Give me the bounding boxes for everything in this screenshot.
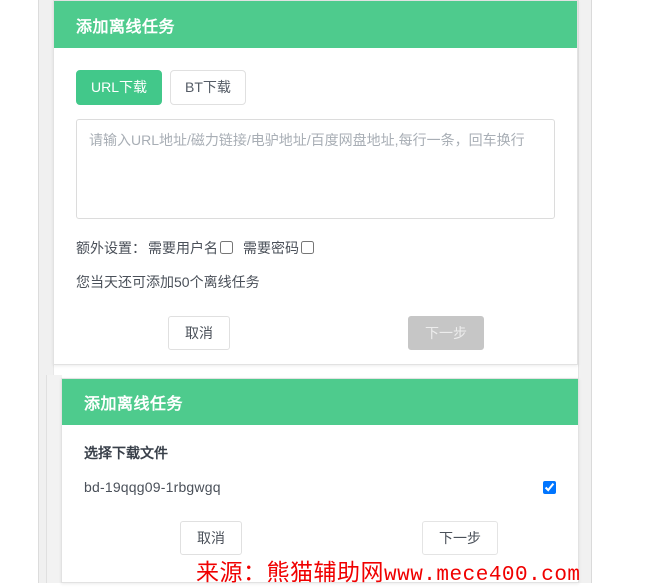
dialog-footer-files: 取消 下一步 [84, 521, 556, 556]
next-step-button-files[interactable]: 下一步 [422, 521, 498, 556]
select-download-file-label: 选择下载文件 [84, 445, 168, 461]
daily-quota-text: 您当天还可添加50个离线任务 [76, 273, 260, 290]
right-scrollbar-strip[interactable] [578, 0, 592, 583]
dialog-body: URL下载 BT下载 额外设置： 需要用户名 需要密码 您当天还可添加50个离线… [54, 48, 577, 350]
need-password-checkbox[interactable] [301, 241, 314, 255]
page-title: 添加离线任务 [76, 18, 176, 36]
file-select-checkbox[interactable] [543, 480, 556, 494]
add-offline-task-url-dialog: 添加离线任务 URL下载 BT下载 额外设置： 需要用户名 需要密码 您当天还可… [53, 0, 578, 365]
dialog-header-files: 添加离线任务 [62, 379, 578, 425]
need-password-option[interactable]: 需要密码 [243, 238, 314, 258]
cancel-button[interactable]: 取消 [168, 315, 230, 350]
cancel-button-files[interactable]: 取消 [180, 521, 242, 556]
dialog-footer: 取消 下一步 [76, 315, 555, 350]
url-input-textarea[interactable] [76, 118, 555, 219]
watermark-prefix: 来源：熊猫辅助网 [196, 560, 384, 585]
watermark-url: www.mece400.com [384, 564, 581, 587]
dialog-body-files: 选择下载文件 bd-19qqg09-1rbgwgq 取消 下一步 [62, 425, 578, 556]
extra-settings-row: 额外设置： 需要用户名 需要密码 [76, 238, 555, 258]
next-step-button[interactable]: 下一步 [408, 315, 484, 350]
file-name-label: bd-19qqg09-1rbgwgq [84, 479, 221, 495]
extra-settings-label: 额外设置： [76, 239, 146, 256]
left-gutter-strip-secondary [46, 375, 62, 583]
need-username-label: 需要用户名 [148, 239, 218, 256]
page-title-files: 添加离线任务 [84, 396, 184, 413]
source-watermark: 来源：熊猫辅助网www.mece400.com [196, 553, 581, 587]
need-password-label: 需要密码 [243, 239, 299, 256]
need-username-option[interactable]: 需要用户名 [148, 238, 233, 258]
download-type-tabs: URL下载 BT下载 [76, 70, 555, 105]
list-item[interactable]: bd-19qqg09-1rbgwgq [84, 479, 556, 495]
need-username-checkbox[interactable] [220, 241, 233, 255]
tab-url-download[interactable]: URL下载 [76, 70, 163, 105]
tab-bt-download[interactable]: BT下载 [170, 70, 246, 105]
dialog-header: 添加离线任务 [54, 1, 577, 48]
